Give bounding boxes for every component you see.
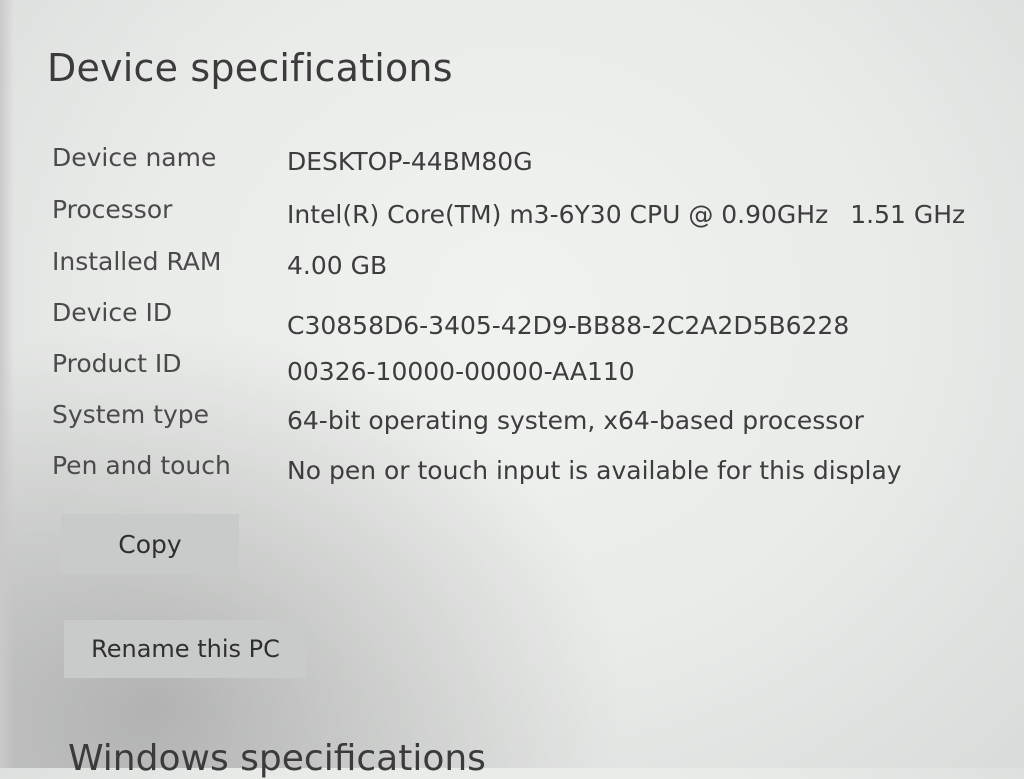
spec-label: Installed RAM — [52, 247, 222, 276]
spec-value: 4.00 GB — [287, 251, 388, 280]
spec-row-system-type: System type 64-bit operating system, x64… — [52, 400, 972, 440]
processor-speed: 1.51 GHz — [850, 200, 966, 229]
spec-row-device-id: Device ID C30858D6-3405-42D9-BB88-2C2A2D… — [52, 298, 972, 340]
copy-button[interactable]: Copy — [61, 514, 239, 574]
page-title: Device specifications — [47, 46, 453, 90]
spec-value: Intel(R) Core(TM) m3-6Y30 CPU @ 0.90GHz 1… — [287, 200, 965, 229]
spec-label: Device name — [52, 143, 217, 172]
spec-value: DESKTOP-44BM80G — [287, 147, 533, 176]
spec-label: Processor — [52, 195, 173, 224]
spec-row-product-id: Product ID 00326-10000-00000-AA110 — [52, 349, 972, 389]
spec-row-pen-and-touch: Pen and touch No pen or touch input is a… — [52, 451, 972, 491]
windows-specifications-heading: Windows specifications — [68, 738, 486, 779]
rename-pc-button[interactable]: Rename this PC — [64, 620, 307, 678]
spec-value: 00326-10000-00000-AA110 — [287, 357, 635, 386]
spec-label: Product ID — [52, 349, 182, 378]
screen-bezel-shadow — [0, 0, 14, 768]
processor-model: Intel(R) Core(TM) m3-6Y30 CPU @ 0.90GHz — [287, 200, 829, 229]
spec-value: 64-bit operating system, x64-based proce… — [287, 406, 864, 435]
spec-row-processor: Processor Intel(R) Core(TM) m3-6Y30 CPU … — [52, 195, 972, 235]
spec-label: Pen and touch — [52, 451, 231, 480]
spec-label: System type — [52, 400, 210, 429]
spec-value: C30858D6-3405-42D9-BB88-2C2A2D5B6228 — [287, 311, 850, 340]
spec-row-device-name: Device name DESKTOP-44BM80G — [52, 143, 972, 183]
spec-label: Device ID — [52, 298, 173, 327]
spec-row-installed-ram: Installed RAM 4.00 GB — [52, 247, 972, 287]
spec-value: No pen or touch input is available for t… — [287, 456, 902, 485]
